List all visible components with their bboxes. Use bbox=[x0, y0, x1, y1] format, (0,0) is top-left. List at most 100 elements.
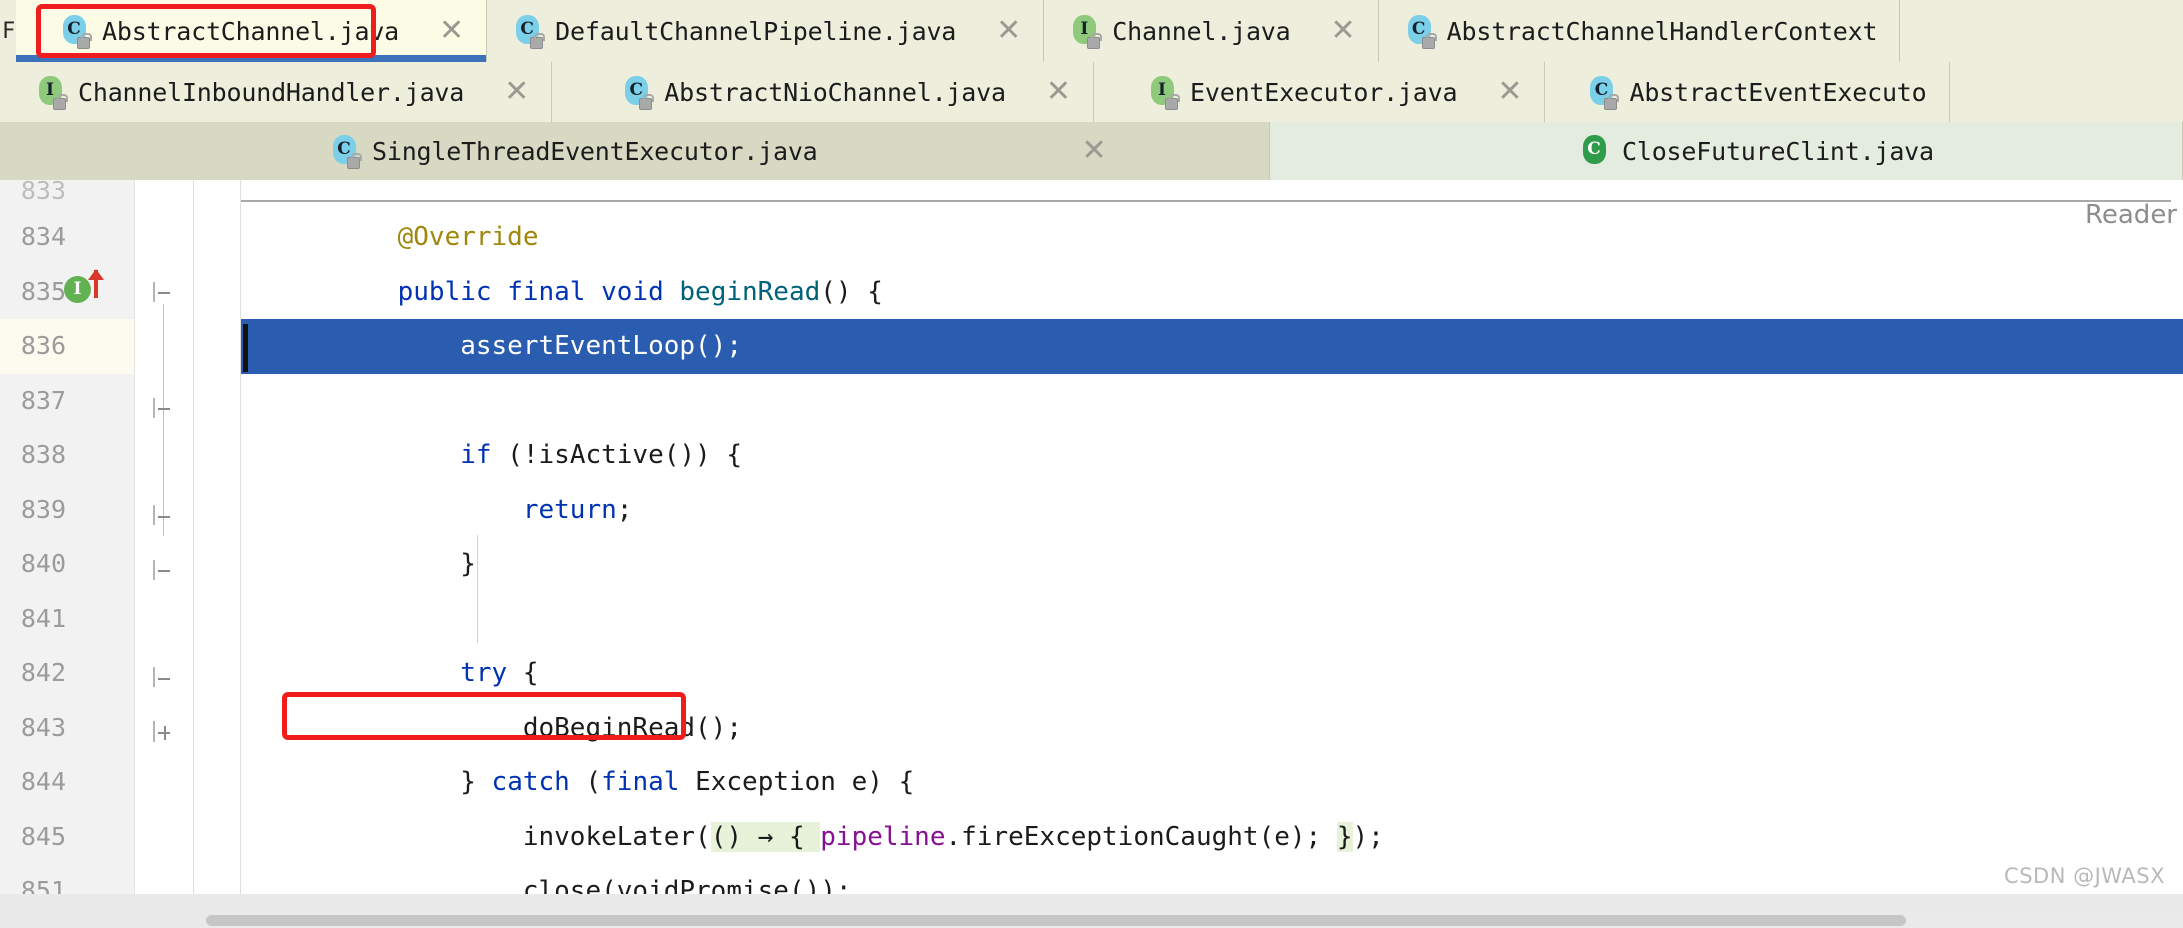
line-number: 837 bbox=[20, 385, 66, 415]
fold-marker-842[interactable] bbox=[153, 560, 175, 582]
code-token: beginRead bbox=[679, 276, 821, 307]
tab-defaultchannelpipeline-java[interactable]: C DefaultChannelPipeline.java ✕ bbox=[487, 0, 1045, 62]
line-number: 834 bbox=[20, 222, 66, 251]
code-editor[interactable]: 833 834 835 836 837 838 839 840 841 842 … bbox=[0, 180, 2183, 928]
class-icon: C bbox=[622, 76, 655, 110]
tab-label: DefaultChannelPipeline.java bbox=[555, 16, 957, 46]
interface-icon: I bbox=[1070, 15, 1103, 49]
lock-icon bbox=[1421, 33, 1437, 49]
code-token: public final void bbox=[397, 276, 680, 307]
class-icon: C bbox=[60, 15, 92, 49]
ide-window: F C AbstractChannel.java ✕ C DefaultChan… bbox=[0, 0, 2183, 928]
code-line: if (!isActive()) { bbox=[241, 428, 2183, 483]
code-token: () { bbox=[820, 276, 883, 307]
tab-abstractniochannel-java[interactable]: C AbstractNioChannel.java ✕ bbox=[552, 62, 1095, 122]
tab-abstractchannelhandlercontext[interactable]: C AbstractChannelHandlerContext bbox=[1378, 0, 1901, 62]
code-token: } bbox=[335, 549, 476, 579]
fold-marker-845[interactable] bbox=[153, 721, 175, 744]
editor-margin-bar bbox=[193, 180, 241, 928]
reader-mode-label[interactable]: Reader bbox=[2085, 200, 2177, 230]
line-number: 839 bbox=[20, 494, 66, 524]
tab-singlethreadeventexecutor-java[interactable]: C SingleThreadEventExecutor.java ✕ bbox=[0, 122, 1270, 180]
horizontal-scrollbar-thumb[interactable] bbox=[206, 915, 1906, 926]
fold-marker-838[interactable] bbox=[153, 398, 175, 420]
code-token: (!isActive()) { bbox=[491, 440, 742, 470]
tab-eventexecutor-java[interactable]: I EventExecutor.java ✕ bbox=[1094, 62, 1546, 122]
tab-label: Channel.java bbox=[1112, 16, 1291, 46]
code-token: ( bbox=[569, 767, 602, 797]
close-icon[interactable]: ✕ bbox=[504, 77, 529, 107]
code-token: { bbox=[507, 658, 539, 688]
editor-tab-row-3: C SingleThreadEventExecutor.java ✕ C Clo… bbox=[0, 122, 2183, 180]
lock-icon bbox=[53, 94, 68, 110]
close-icon[interactable]: ✕ bbox=[1046, 77, 1071, 107]
line-number: 840 bbox=[20, 549, 66, 578]
lock-icon bbox=[639, 94, 655, 110]
interface-icon: I bbox=[36, 76, 68, 110]
tab-channelinboundhandler-java[interactable]: I ChannelInboundHandler.java ✕ bbox=[0, 62, 553, 122]
tab-abstractchannel-java[interactable]: C AbstractChannel.java ✕ bbox=[16, 0, 488, 62]
tab-channel-java[interactable]: I Channel.java ✕ bbox=[1044, 0, 1379, 62]
code-token: .fireExceptionCaught(e); bbox=[945, 821, 1337, 852]
implementing-method-icon[interactable]: I bbox=[64, 276, 91, 303]
override-arrow-icon bbox=[88, 269, 104, 298]
fold-marker-835[interactable] bbox=[153, 282, 175, 304]
close-icon[interactable]: ✕ bbox=[439, 16, 464, 46]
line-number: 845 bbox=[20, 821, 66, 851]
tab-closefutureclint-java[interactable]: C CloseFutureClint.java bbox=[1270, 122, 2183, 180]
code-token: ); bbox=[1352, 821, 1384, 852]
code-token-lambda: () → { bbox=[710, 821, 821, 852]
tab-label: SingleThreadEventExecutor.java bbox=[372, 136, 818, 166]
code-token: @Override bbox=[335, 222, 539, 252]
line-number: 842 bbox=[20, 658, 66, 687]
code-token: final bbox=[601, 767, 680, 797]
line-number: 841 bbox=[20, 603, 66, 633]
code-line: return; bbox=[241, 483, 2183, 538]
line-number: 843 bbox=[20, 712, 66, 742]
code-token: } bbox=[335, 767, 492, 797]
code-line: try { bbox=[241, 646, 2183, 701]
csdn-watermark: CSDN @JWASX bbox=[2004, 864, 2165, 888]
code-line: invokeLater(() → { pipeline.fireExceptio… bbox=[241, 810, 2183, 865]
tab-abstracteventexecutor[interactable]: C AbstractEventExecuto bbox=[1545, 62, 1950, 122]
code-token: invokeLater( bbox=[335, 821, 711, 852]
code-line: } bbox=[241, 537, 2183, 592]
lock-icon bbox=[347, 153, 362, 169]
close-icon[interactable]: ✕ bbox=[1497, 77, 1522, 107]
lock-icon bbox=[1165, 94, 1181, 110]
text-caret bbox=[243, 324, 248, 372]
lock-icon bbox=[1604, 94, 1620, 110]
run-class-icon: C bbox=[1580, 135, 1608, 167]
code-token: catch bbox=[491, 767, 570, 797]
line-number: 836 bbox=[0, 319, 134, 374]
code-content[interactable]: @Override public final void beginRead() … bbox=[241, 180, 2183, 928]
code-line-selected[interactable]: assertEventLoop(); bbox=[241, 319, 2183, 374]
close-icon[interactable]: ✕ bbox=[1331, 16, 1356, 46]
indent-guide bbox=[477, 535, 478, 643]
editor-tab-row-2: I ChannelInboundHandler.java ✕ C Abstrac… bbox=[0, 62, 2183, 122]
code-token: return bbox=[522, 494, 617, 525]
class-icon: C bbox=[330, 135, 362, 169]
tab-label: AbstractChannel.java bbox=[102, 16, 400, 46]
lock-icon bbox=[530, 33, 546, 49]
tab-label: AbstractChannelHandlerContext bbox=[1446, 16, 1878, 46]
code-token: try bbox=[460, 658, 508, 688]
fold-marker-844[interactable] bbox=[153, 667, 175, 690]
fold-marker-840[interactable] bbox=[153, 505, 175, 528]
code-token: Exception e) { bbox=[679, 767, 915, 797]
horizontal-scrollbar[interactable] bbox=[206, 912, 2183, 928]
close-icon[interactable]: ✕ bbox=[996, 16, 1021, 46]
tab-label: AbstractNioChannel.java bbox=[664, 77, 1006, 107]
code-line: @Override bbox=[241, 210, 2183, 265]
tab-label: ChannelInboundHandler.java bbox=[78, 77, 465, 107]
lock-icon bbox=[1087, 33, 1103, 49]
code-folding-gutter[interactable] bbox=[135, 180, 193, 928]
code-token: assertEventLoop(); bbox=[335, 331, 742, 361]
editor-tab-row-1: F C AbstractChannel.java ✕ C DefaultChan… bbox=[0, 0, 2183, 62]
code-token: if bbox=[460, 440, 492, 470]
close-icon[interactable]: ✕ bbox=[1082, 136, 1107, 166]
code-line: public final void beginRead() { bbox=[241, 265, 2183, 320]
line-number: 844 bbox=[20, 767, 66, 796]
